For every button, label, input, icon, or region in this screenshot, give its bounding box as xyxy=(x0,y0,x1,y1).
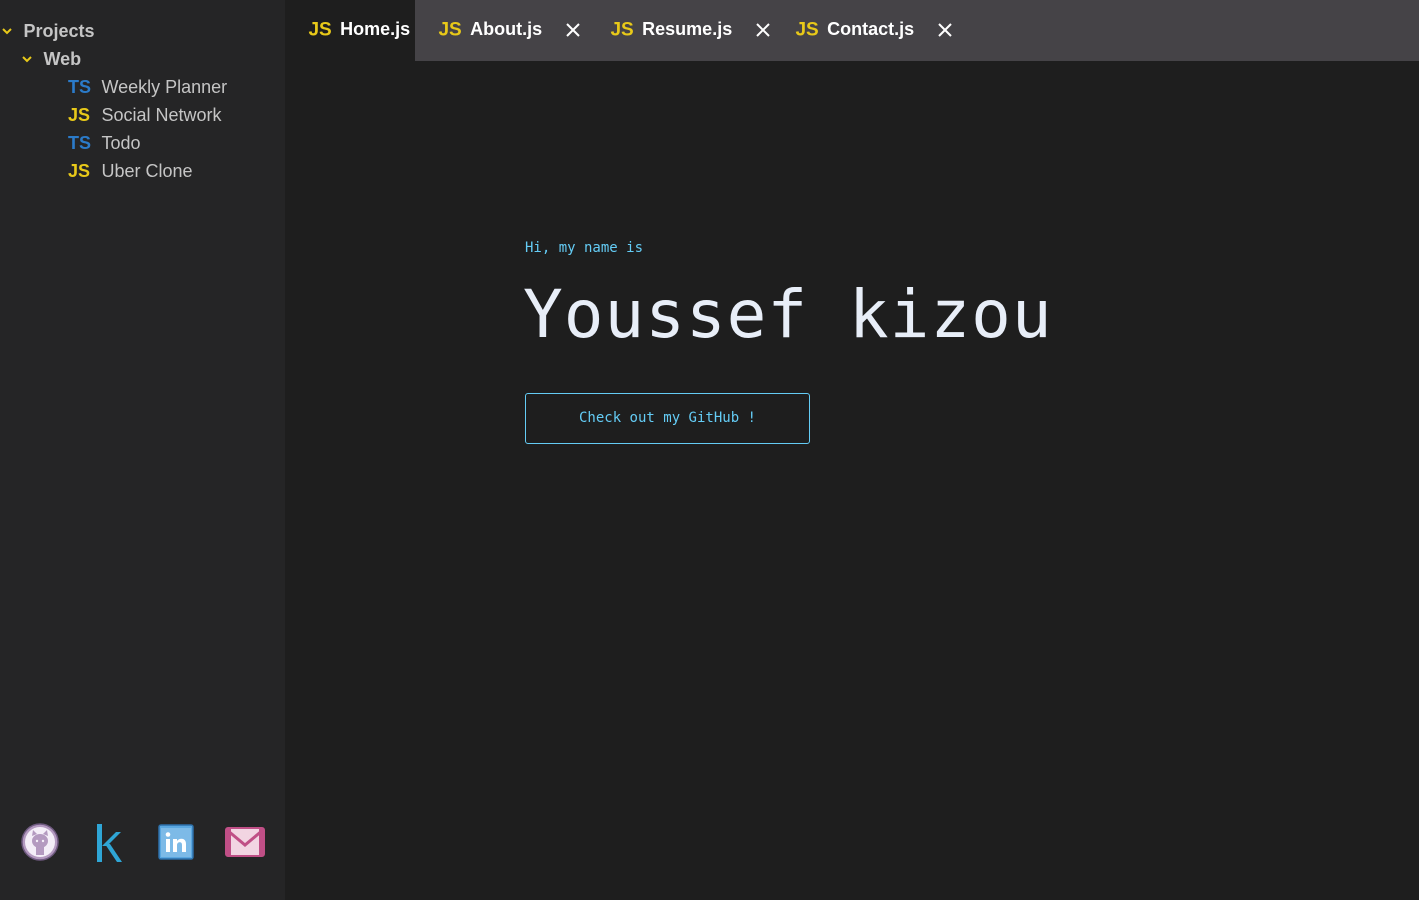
linkedin-icon xyxy=(158,824,194,860)
chevron-down-icon xyxy=(22,56,32,63)
tab-label: Contact.js xyxy=(827,19,915,40)
explorer-sidebar: Projects Web TS Weekly Planner JS Social… xyxy=(0,0,285,900)
linkedin-link[interactable] xyxy=(156,822,198,864)
typescript-file-icon: TS xyxy=(68,133,92,153)
tab-label: Resume.js xyxy=(642,19,733,40)
close-icon[interactable] xyxy=(937,22,953,38)
tab-about[interactable]: JS About.js xyxy=(415,0,585,61)
editor-area: JS Home.js JS About.js JS Resume.js JS C… xyxy=(285,0,1419,900)
tree-file-label: Todo xyxy=(101,133,141,153)
tree-file-uber-clone[interactable]: JS Uber Clone xyxy=(68,157,193,185)
javascript-file-icon: JS xyxy=(610,19,634,41)
kaggle-icon xyxy=(97,824,122,862)
tab-resume[interactable]: JS Resume.js xyxy=(587,0,770,61)
hero-name: Youssef kizou xyxy=(523,276,1053,353)
tab-home[interactable]: JS Home.js xyxy=(285,0,415,61)
github-cta-button[interactable]: Check out my GitHub ! xyxy=(525,393,810,444)
app-window: Projects Web TS Weekly Planner JS Social… xyxy=(0,0,1419,900)
tab-label: About.js xyxy=(470,19,543,40)
tree-folder-label: Projects xyxy=(23,21,95,41)
github-icon xyxy=(21,823,59,861)
close-icon[interactable] xyxy=(565,22,581,38)
tab-label: Home.js xyxy=(340,19,411,40)
close-icon[interactable] xyxy=(755,22,771,38)
tree-file-label: Weekly Planner xyxy=(101,77,228,97)
mail-icon xyxy=(225,827,265,857)
javascript-file-icon: JS xyxy=(795,19,819,41)
tree-folder-web[interactable]: Web xyxy=(20,45,81,73)
email-link[interactable] xyxy=(224,822,266,864)
greeting-text: Hi, my name is xyxy=(525,240,644,256)
tree-folder-label: Web xyxy=(43,49,82,69)
javascript-file-icon: JS xyxy=(438,19,462,41)
typescript-file-icon: TS xyxy=(68,77,92,97)
tree-file-label: Uber Clone xyxy=(101,161,193,181)
javascript-file-icon: JS xyxy=(68,105,91,125)
tree-file-weekly-planner[interactable]: TS Weekly Planner xyxy=(68,73,227,101)
github-link[interactable] xyxy=(20,822,62,864)
tab-contact[interactable]: JS Contact.js xyxy=(772,0,957,61)
javascript-file-icon: JS xyxy=(68,161,91,181)
tree-file-social-network[interactable]: JS Social Network xyxy=(68,101,222,129)
tree-file-label: Social Network xyxy=(101,105,222,125)
chevron-down-icon xyxy=(2,28,12,35)
social-links xyxy=(20,822,270,866)
kaggle-link[interactable] xyxy=(88,822,130,864)
tree-folder-projects[interactable]: Projects xyxy=(0,17,95,45)
tab-bar: JS Home.js JS About.js JS Resume.js JS C… xyxy=(285,0,1419,61)
tree-file-todo[interactable]: TS Todo xyxy=(68,129,141,157)
javascript-file-icon: JS xyxy=(308,19,332,41)
